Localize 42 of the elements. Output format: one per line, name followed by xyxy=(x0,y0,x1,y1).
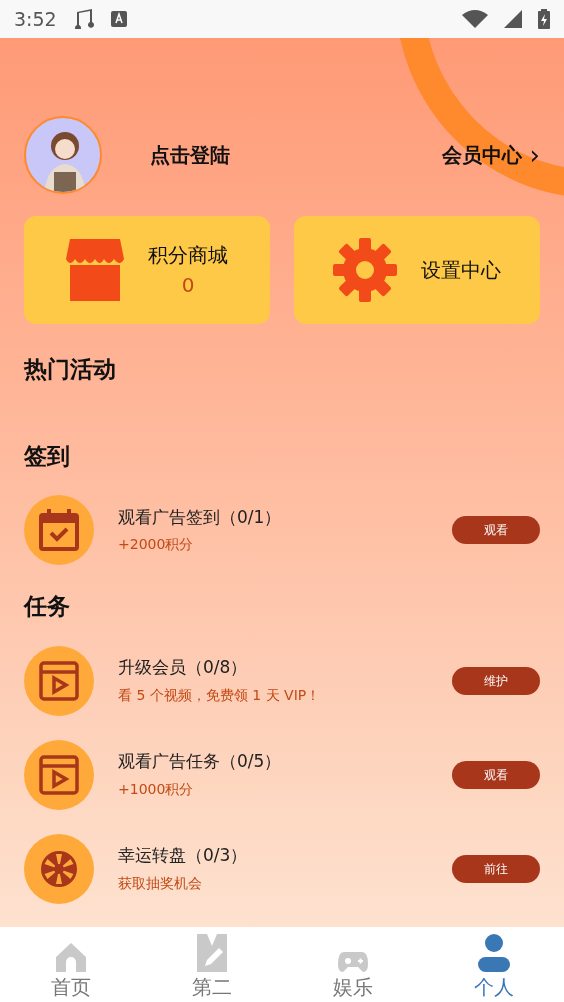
task-reward: +1000积分 xyxy=(118,779,195,799)
video-play-icon xyxy=(39,754,79,795)
keyboard-a-icon xyxy=(110,11,127,27)
person-icon xyxy=(477,934,510,972)
section-title: 任务 xyxy=(24,592,71,621)
points-value: 0 xyxy=(181,272,195,299)
wifi-icon xyxy=(462,10,488,28)
task-title: 升级会员（0/8） xyxy=(118,656,249,680)
task-title: 幸运转盘（0/3） xyxy=(118,844,248,868)
task-reward: 获取抽奖机会 xyxy=(118,873,203,893)
action-button[interactable]: 维护 xyxy=(452,666,540,695)
task-reward: 看 5 个视频，免费领 1 天 VIP！ xyxy=(118,685,321,705)
nav-tab[interactable]: 个人 xyxy=(423,927,564,1002)
section-title: 签到 xyxy=(24,441,71,471)
prize-wheel-icon xyxy=(39,848,79,889)
action-button[interactable]: 前往 xyxy=(452,854,540,883)
task-reward: +2000积分 xyxy=(118,535,195,555)
card-title: 设置中心 xyxy=(421,257,501,284)
music-note-icon xyxy=(72,9,95,29)
storefront-icon xyxy=(66,239,124,301)
signal-icon xyxy=(504,10,522,28)
login-text[interactable]: 点击登陆 xyxy=(150,140,230,170)
action-button[interactable]: 观看 xyxy=(452,516,540,544)
section-title: 热门活动 xyxy=(24,355,117,384)
pencil-note-icon xyxy=(194,934,229,972)
status-time: 3:52 xyxy=(14,6,57,32)
battery-icon xyxy=(538,9,550,29)
member-center-link[interactable]: 会员中心 › xyxy=(441,140,540,170)
video-play-icon xyxy=(39,660,79,701)
home-icon xyxy=(55,942,86,972)
settings-icon xyxy=(333,238,397,302)
task-title: 观看广告任务（0/5） xyxy=(118,750,282,774)
gamepad-icon xyxy=(337,952,368,972)
nav-tab[interactable]: 娱乐 xyxy=(282,927,423,1002)
task-title: 观看广告签到（0/1） xyxy=(118,505,282,529)
card-title: 积分商城 xyxy=(148,242,228,269)
nav-tab[interactable]: 第二 xyxy=(141,927,282,1002)
shortcut-card[interactable]: 设置中心 xyxy=(294,216,540,324)
action-button[interactable]: 观看 xyxy=(452,760,540,789)
calendar-check-icon xyxy=(39,509,79,551)
nav-tab[interactable]: 首页 xyxy=(0,927,141,1002)
shortcut-card[interactable]: 积分商城 0 xyxy=(24,216,270,324)
